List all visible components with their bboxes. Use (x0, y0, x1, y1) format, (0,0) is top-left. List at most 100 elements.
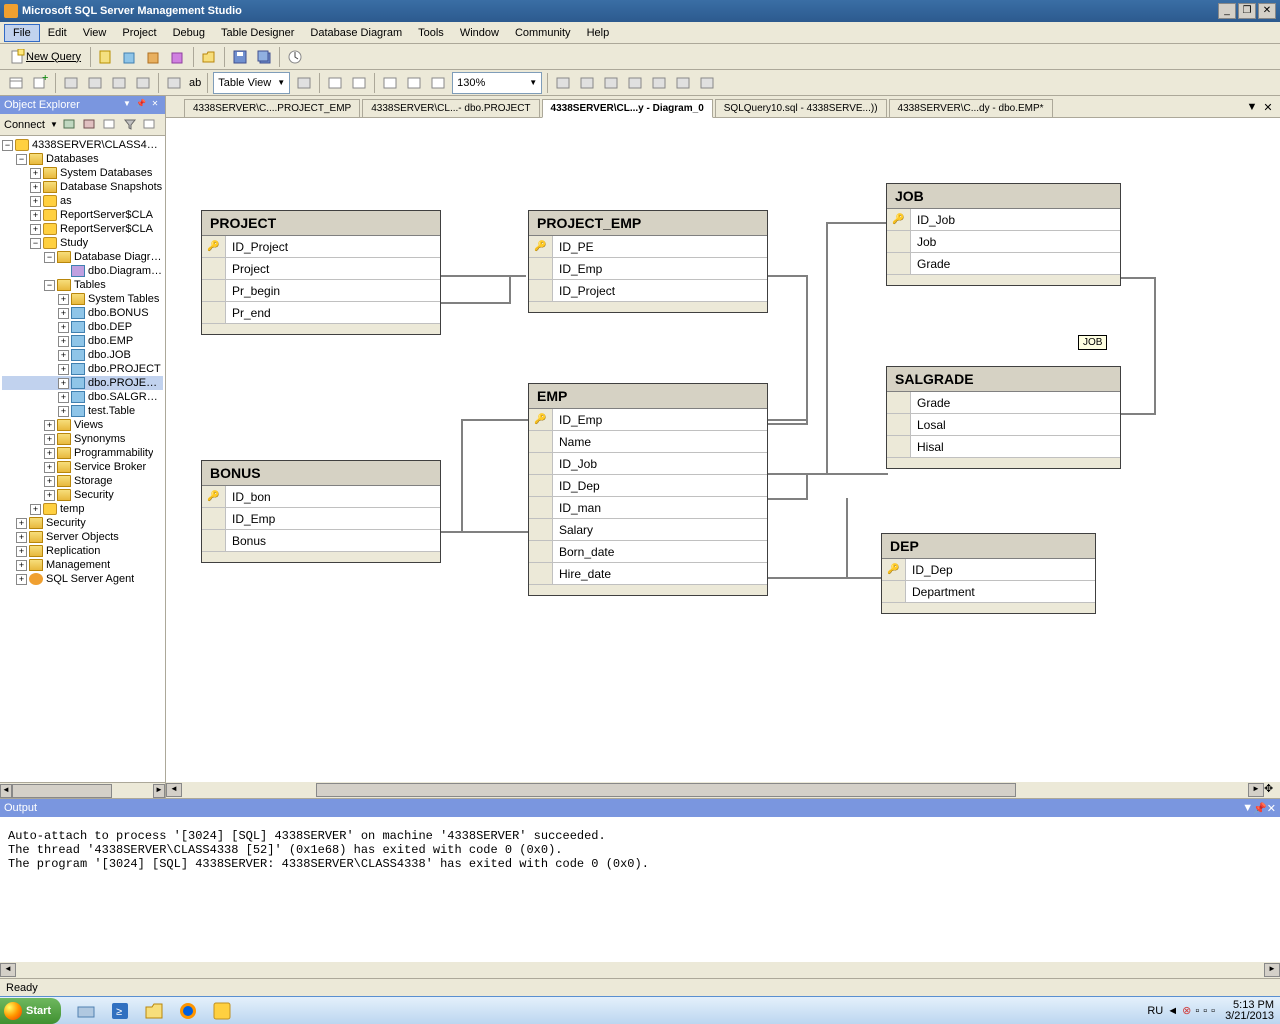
table-column-row[interactable]: Hire_date (529, 563, 767, 585)
menu-help[interactable]: Help (579, 25, 618, 41)
table-column-row[interactable]: Hisal (887, 436, 1120, 458)
tree-dbsnap[interactable]: +Database Snapshots (2, 180, 163, 194)
taskbar-item-1[interactable] (71, 999, 101, 1023)
minimize-button[interactable]: _ (1218, 3, 1236, 19)
table-column-row[interactable]: Grade (887, 253, 1120, 275)
tree-job[interactable]: +dbo.JOB (2, 348, 163, 362)
tbtn-14[interactable] (600, 72, 622, 94)
tab-0[interactable]: 4338SERVER\C....PROJECT_EMP (184, 99, 360, 117)
close-button[interactable]: ✕ (1258, 3, 1276, 19)
oe-pin-icon[interactable]: 📌 (135, 99, 147, 111)
tab-3[interactable]: SQLQuery10.sql - 4338SERVE...)) (715, 99, 887, 117)
tab-1[interactable]: 4338SERVER\CL...- dbo.PROJECT (362, 99, 539, 117)
new-icon3[interactable] (167, 46, 189, 68)
table-salgrade[interactable]: SALGRADE GradeLosalHisal (886, 366, 1121, 469)
tree-serverobj[interactable]: +Server Objects (2, 530, 163, 544)
tree-emp[interactable]: +dbo.EMP (2, 334, 163, 348)
output-close-icon[interactable]: ✕ (1267, 802, 1276, 815)
table-column-row[interactable]: Pr_end (202, 302, 440, 324)
tbtn-18[interactable] (696, 72, 718, 94)
oe-btn2[interactable] (82, 114, 100, 136)
diagram-scroll-corner[interactable]: ✥ (1264, 782, 1280, 798)
oe-tree[interactable]: −4338SERVER\CLASS4338 −Databases +System… (0, 136, 165, 782)
table-column-row[interactable]: 🔑ID_Dep (882, 559, 1095, 581)
tree-testtable[interactable]: +test.Table (2, 404, 163, 418)
table-column-row[interactable]: ID_man (529, 497, 767, 519)
tree-synonyms[interactable]: +Synonyms (2, 432, 163, 446)
tbtn-2[interactable] (84, 72, 106, 94)
oe-btn5[interactable] (142, 114, 160, 136)
menu-window[interactable]: Window (452, 25, 507, 41)
tree-security2[interactable]: +Security (2, 516, 163, 530)
table-column-row[interactable]: Pr_begin (202, 280, 440, 302)
tbtn-12[interactable] (552, 72, 574, 94)
diagram-canvas[interactable]: PROJECT 🔑ID_ProjectProjectPr_beginPr_end… (166, 118, 1280, 798)
taskbar-clock[interactable]: 5:13 PM 3/21/2013 (1219, 1000, 1274, 1022)
connect-button[interactable]: Connect (4, 119, 45, 131)
diagram-hscrollbar[interactable]: ◄ ► (166, 782, 1264, 798)
menu-debug[interactable]: Debug (165, 25, 213, 41)
table-emp[interactable]: EMP 🔑ID_EmpNameID_JobID_DepID_manSalaryB… (528, 383, 768, 596)
tree-salgrade[interactable]: +dbo.SALGRADE (2, 390, 163, 404)
oe-btn1[interactable] (62, 114, 80, 136)
table-bonus[interactable]: BONUS 🔑ID_bonID_EmpBonus (201, 460, 441, 563)
new-query-button[interactable]: New Query (4, 46, 87, 68)
tbtn-3[interactable] (108, 72, 130, 94)
table-column-row[interactable]: ID_Project (529, 280, 767, 302)
output-dropdown-icon[interactable]: ▼ (1242, 802, 1253, 814)
open-icon[interactable] (198, 46, 220, 68)
tree-sqlagent[interactable]: +SQL Server Agent (2, 572, 163, 586)
output-scrollbar[interactable]: ◄ ► (0, 962, 1280, 978)
table-column-row[interactable]: ID_Emp (529, 258, 767, 280)
tree-databases[interactable]: −Databases (2, 152, 163, 166)
tbtn-5[interactable] (163, 72, 185, 94)
language-indicator[interactable]: RU (1147, 1005, 1163, 1017)
new-table-icon[interactable] (5, 72, 27, 94)
table-column-row[interactable]: 🔑ID_Project (202, 236, 440, 258)
tab-2[interactable]: 4338SERVER\CL...y - Diagram_0 (542, 99, 713, 118)
tree-sysdb[interactable]: +System Databases (2, 166, 163, 180)
add-table-icon[interactable]: + (29, 72, 51, 94)
tree-storage[interactable]: +Storage (2, 474, 163, 488)
tree-rs2[interactable]: +ReportServer$CLA (2, 222, 163, 236)
oe-scrollbar[interactable]: ◄ ► (0, 782, 165, 798)
table-column-row[interactable]: ID_Emp (202, 508, 440, 530)
table-column-row[interactable]: Project (202, 258, 440, 280)
table-column-row[interactable]: Department (882, 581, 1095, 603)
tree-rs1[interactable]: +ReportServer$CLA (2, 208, 163, 222)
tbtn-11[interactable] (427, 72, 449, 94)
oe-filter-icon[interactable] (122, 114, 140, 136)
oe-dropdown-icon[interactable]: ▼ (121, 99, 133, 111)
menu-edit[interactable]: Edit (40, 25, 75, 41)
tree-systables[interactable]: +System Tables (2, 292, 163, 306)
tree-security[interactable]: +Security (2, 488, 163, 502)
menu-community[interactable]: Community (507, 25, 579, 41)
output-body[interactable]: Auto-attach to process '[3024] [SQL] 433… (0, 817, 1280, 962)
tree-study[interactable]: −Study (2, 236, 163, 250)
table-column-row[interactable]: 🔑ID_bon (202, 486, 440, 508)
tree-server[interactable]: −4338SERVER\CLASS4338 (2, 138, 163, 152)
tree-as[interactable]: +as (2, 194, 163, 208)
tree-temp[interactable]: +temp (2, 502, 163, 516)
new-icon2[interactable] (143, 46, 165, 68)
tree-projemp[interactable]: +dbo.PROJECT_EMP (2, 376, 163, 390)
tree-management[interactable]: +Management (2, 558, 163, 572)
tbtn-1[interactable] (60, 72, 82, 94)
tab-list-icon[interactable]: ▼ (1244, 101, 1260, 117)
oe-btn3[interactable] (102, 114, 120, 136)
tree-replication[interactable]: +Replication (2, 544, 163, 558)
tbtn-13[interactable] (576, 72, 598, 94)
maximize-button[interactable]: ❐ (1238, 3, 1256, 19)
table-column-row[interactable]: 🔑ID_PE (529, 236, 767, 258)
tray-icon-1[interactable]: ◄ (1167, 1005, 1178, 1017)
tab-4[interactable]: 4338SERVER\C...dy - dbo.EMP* (889, 99, 1053, 117)
taskbar-item-3[interactable] (139, 999, 169, 1023)
new-icon[interactable] (119, 46, 141, 68)
table-dep[interactable]: DEP 🔑ID_DepDepartment (881, 533, 1096, 614)
tree-tables[interactable]: −Tables (2, 278, 163, 292)
save-all-icon[interactable] (253, 46, 275, 68)
table-column-row[interactable]: 🔑ID_Emp (529, 409, 767, 431)
table-column-row[interactable]: Bonus (202, 530, 440, 552)
tbtn-4[interactable] (132, 72, 154, 94)
tree-dbdiag[interactable]: −Database Diagrams (2, 250, 163, 264)
